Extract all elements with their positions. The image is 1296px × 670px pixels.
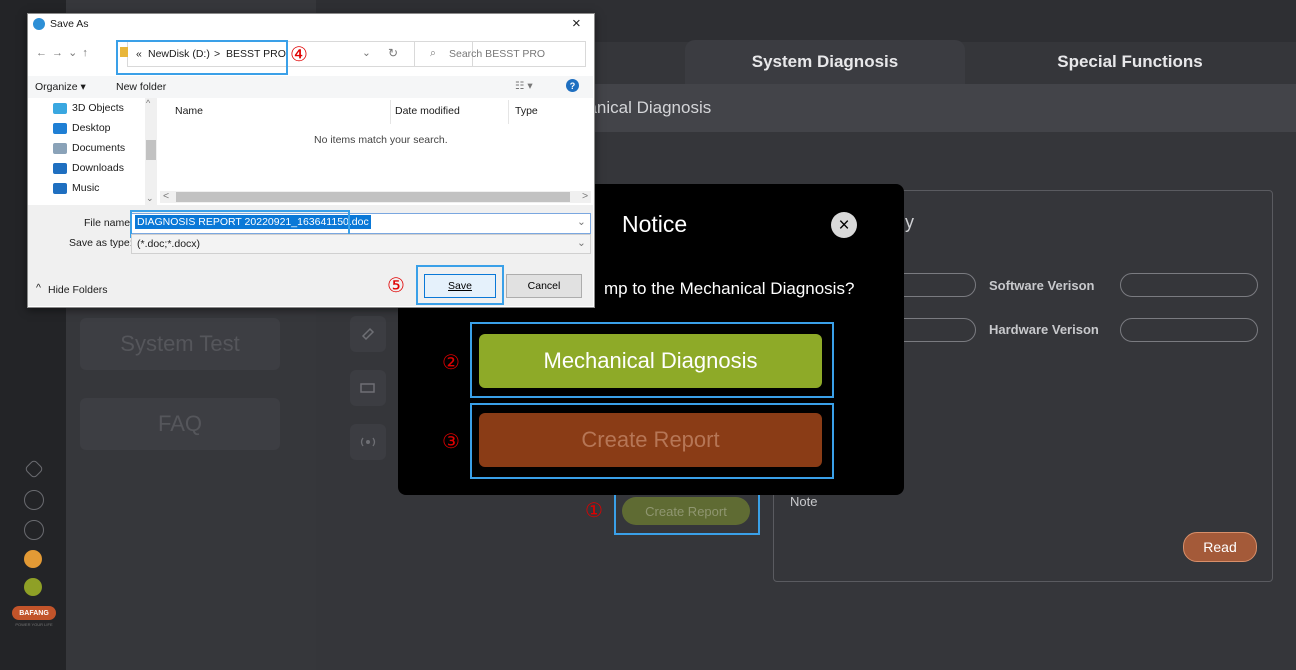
annotation-1: ① [585,500,603,522]
search-placeholder: Search BESST PRO [449,48,546,60]
hide-folders-button[interactable]: Hide Folders [48,284,108,296]
close-icon[interactable]: × [831,212,857,238]
help-icon-dialog[interactable]: ? [566,79,579,92]
brand-tagline: POWER YOUR LIFE [15,622,53,627]
notice-question: mp to the Mechanical Diagnosis? [604,279,855,298]
software-version-field [1120,273,1258,297]
notice-title: Notice [622,211,688,237]
signal-icon [360,437,376,447]
column-type[interactable]: Type [515,105,538,117]
cube-icon [53,102,67,114]
annotation-4: ④ [290,44,308,66]
annotation-5: ⑤ [387,275,405,297]
annotation-2: ② [442,352,460,374]
folder-tree: 3D Objects Desktop Documents Downloads M… [28,98,158,206]
tree-item-downloads[interactable]: Downloads [28,158,158,178]
tree-label: Documents [72,142,126,154]
function-icon-1[interactable] [350,316,386,352]
column-divider [508,100,509,124]
cancel-button[interactable]: Cancel [506,274,582,298]
column-date-modified[interactable]: Date modified [395,105,460,117]
organize-button[interactable]: Organize ▾ [35,81,86,93]
battery-icon [360,383,375,393]
hardware-version-label: Hardware Verison [989,322,1099,337]
scroll-down-icon[interactable]: ⌄ [146,193,154,204]
software-version-label: Software Verison [989,278,1095,293]
brand-logo: BAFANG [12,606,56,620]
tree-label: Music [72,182,100,194]
search-icon: ⌕ [430,47,436,59]
tree-item-documents[interactable]: Documents [28,138,158,158]
link-icon[interactable] [24,578,42,596]
file-name-label: File name: [84,217,134,229]
highlight-box-3 [470,403,834,479]
file-name-dropdown-icon[interactable]: ⌄ [577,216,586,228]
tree-item-desktop[interactable]: Desktop [28,118,158,138]
note-label: Note [790,494,818,509]
list-scrollbar-thumb[interactable] [176,192,570,202]
column-divider [390,100,391,124]
download-icon [53,162,67,174]
document-icon [53,142,67,154]
save-type-label: Save as type: [69,237,133,249]
new-folder-button[interactable]: New folder [116,81,166,93]
info-title: y [905,212,914,232]
refresh-icon[interactable]: ↻ [388,46,398,60]
empty-message: No items match your search. [314,134,448,146]
dialog-title: Save As [50,18,89,30]
command-bar [28,76,593,98]
chevron-down-icon[interactable]: ⌄ [362,47,371,59]
highlight-box-5 [416,265,504,305]
tag-icon [361,327,375,341]
function-icon-3[interactable] [350,424,386,460]
user-icon[interactable] [24,550,42,568]
tab-special-functions[interactable]: Special Functions [965,40,1295,84]
system-test-button[interactable]: System Test [80,318,280,370]
tree-label: 3D Objects [72,102,124,114]
highlight-box-2 [470,322,834,398]
tree-item-3d-objects[interactable]: 3D Objects [28,98,158,118]
scroll-right-icon[interactable]: > [582,190,588,202]
save-type-value: (*.doc;*.docx) [137,238,201,250]
music-icon [53,182,67,194]
highlight-box-4 [116,40,288,75]
tab-system-diagnosis[interactable]: System Diagnosis [685,40,965,84]
save-type-dropdown-icon[interactable]: ⌄ [577,237,586,249]
dialog-close-icon[interactable]: × [572,15,581,32]
scroll-up-icon[interactable]: ^ [146,98,150,108]
tree-scrollbar-thumb[interactable] [146,140,156,160]
read-button[interactable]: Read [1183,532,1257,562]
tree-label: Desktop [72,122,111,134]
sub-title: hanical Diagnosis [578,98,712,117]
scroll-left-icon[interactable]: < [163,190,169,202]
tree-item-music[interactable]: Music [28,178,158,198]
tree-label: Downloads [72,162,124,174]
faq-button[interactable]: FAQ [80,398,280,450]
power-icon[interactable] [24,520,44,540]
column-name[interactable]: Name [175,105,203,117]
help-icon[interactable] [24,490,44,510]
function-icon-2[interactable] [350,370,386,406]
hardware-version-field [1120,318,1258,342]
desktop-icon [53,122,67,134]
nav-arrows[interactable]: ← → ⌄ ↑ [36,46,89,59]
annotation-3: ③ [442,431,460,453]
view-options-icon[interactable]: ☷ ▾ [515,80,533,92]
chevron-up-icon[interactable]: ^ [36,282,41,294]
app-icon [33,18,45,30]
